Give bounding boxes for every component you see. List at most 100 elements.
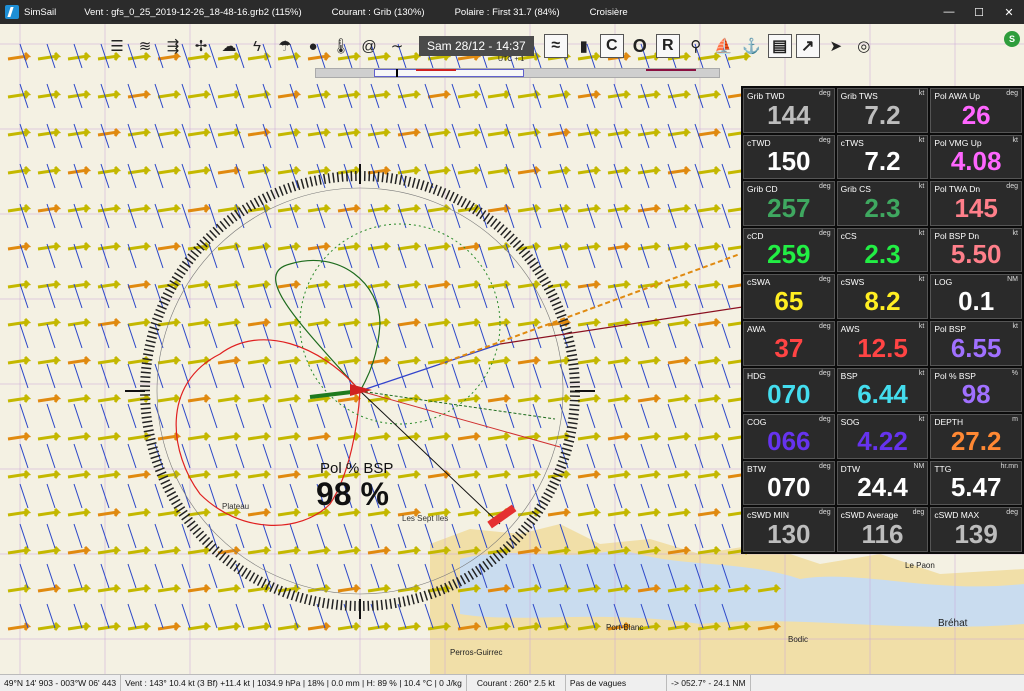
map-label-port-blanc: Port-Blanc — [606, 623, 643, 632]
instrument-cell[interactable]: DEPTH m 27.2 — [930, 414, 1022, 459]
humidity-icon[interactable]: ● — [301, 34, 325, 58]
chart-trend-icon[interactable]: ↗ — [795, 34, 820, 58]
instrument-value: 130 — [767, 518, 811, 549]
instrument-value: 5.47 — [950, 472, 1002, 503]
instrument-cell[interactable]: DTW NM 24.4 — [836, 460, 929, 506]
sailboat-icon[interactable]: ⛵ — [712, 34, 736, 58]
title-bar: SimSail Vent : gfs_0_25_2019-12-26_18-48… — [0, 0, 1024, 24]
instrument-unit: kt — [1012, 136, 1018, 144]
instrument-value: 6.44 — [857, 379, 908, 410]
instrument-value: 116 — [861, 518, 904, 549]
instrument-cell[interactable]: Pol BSP kt 6.55 — [930, 320, 1022, 366]
instrument-cell[interactable]: HDG deg 070 — [743, 367, 835, 413]
wind-file-info: Vent : gfs_0_25_2019-12-26_18-48-16.grb2… — [84, 6, 302, 18]
instrument-value: 65 — [774, 285, 804, 316]
cloud-sun-icon[interactable]: ☁ — [217, 34, 241, 58]
instrument-cell[interactable]: Pol VMG Up kt 4.08 — [930, 134, 1022, 180]
instrument-unit: deg — [818, 90, 831, 97]
minimize-button[interactable]: — — [934, 0, 964, 24]
instrument-cell[interactable]: Grib CS kt 2.3 — [836, 181, 929, 226]
turbine-icon[interactable]: ✢ — [189, 34, 213, 58]
layer-r-button[interactable]: R — [655, 34, 680, 58]
status-s-badge[interactable]: S — [1004, 31, 1020, 47]
current-info: Courant : Grib (130%) — [331, 6, 425, 18]
instrument-value: 26 — [961, 99, 991, 130]
instrument-unit: kt — [918, 369, 925, 377]
map-label-le-paon: Le Paon — [905, 561, 935, 570]
lifebuoy-icon[interactable]: ◎ — [852, 34, 876, 58]
instrument-cell[interactable]: Pol BSP Dn kt 5.50 — [930, 227, 1022, 273]
lightning-icon[interactable]: ϟ — [245, 34, 269, 58]
layer-c-button[interactable]: C — [599, 34, 624, 58]
instrument-unit: deg — [818, 229, 831, 237]
instrument-unit: kt — [918, 136, 925, 144]
waves-icon[interactable]: ≈ — [543, 34, 568, 58]
instrument-cell[interactable]: AWA deg 37 — [743, 320, 835, 366]
instrument-value: 37 — [774, 332, 804, 363]
instrument-value: 98 — [961, 379, 991, 410]
wind-icon[interactable]: ≋ — [133, 34, 157, 58]
instrument-cell[interactable]: cCD deg 259 — [743, 227, 835, 273]
instrument-cell[interactable]: cTWD deg 150 — [743, 134, 835, 180]
navigation-arrow-icon[interactable]: ➤ — [824, 34, 848, 58]
boat-icon[interactable] — [350, 384, 372, 396]
instrument-unit: deg — [912, 509, 925, 517]
pol-bsp-label: Pol % BSP — [320, 460, 394, 477]
status-current: Courant : 260° 2.5 kt — [467, 674, 566, 691]
instrument-unit: NM — [913, 462, 925, 470]
twa-vector — [359, 390, 556, 420]
instrument-cell[interactable]: Pol % BSP% 98 — [930, 367, 1022, 413]
date-time-display[interactable]: Sam 28/12 - 14:37 — [419, 36, 534, 56]
instrument-cell[interactable]: Pol AWA Up deg 26 — [930, 88, 1022, 133]
instrument-cell[interactable]: TTG hr.mn 5.47 — [930, 460, 1022, 506]
instrument-cell[interactable]: Grib TWS kt 7.2 — [836, 88, 929, 133]
wind-speed-icon[interactable]: ⇶ — [161, 34, 185, 58]
location-pin-icon[interactable]: ⚲ — [684, 34, 708, 58]
instrument-cell[interactable]: AWS kt 12.5 — [836, 320, 929, 366]
app-icon — [5, 5, 19, 19]
timeline-slider[interactable] — [315, 68, 720, 78]
battery-icon[interactable]: ▮ — [572, 34, 596, 58]
instrument-value: 12.5 — [857, 332, 908, 363]
sliders-icon[interactable]: ☰ — [105, 34, 129, 58]
instrument-cell[interactable]: cTWS kt 7.2 — [836, 134, 929, 180]
instrument-cell[interactable]: LOG NM 0.1 — [930, 274, 1022, 319]
instrument-cell[interactable]: SOG kt 4.22 — [836, 414, 929, 459]
status-waves: Pas de vagues — [566, 674, 668, 691]
instrument-value: 8.2 — [864, 285, 901, 316]
instrument-cell[interactable]: BSP kt 6.44 — [836, 367, 929, 413]
instrument-value: 259 — [767, 239, 811, 270]
anchor-icon[interactable]: ⚓ — [740, 34, 764, 58]
instrument-unit: kt — [1012, 229, 1018, 237]
instrument-cell[interactable]: BTW deg 070 — [743, 460, 835, 506]
instrument-cell[interactable]: cSWD MAX deg 139 — [930, 507, 1022, 552]
instrument-cell[interactable]: cSWA deg 65 — [743, 274, 835, 319]
instrument-cell[interactable]: Pol TWA Dn deg 145 — [930, 181, 1022, 226]
instrument-cell[interactable]: cSWD Average deg 116 — [836, 507, 929, 552]
thermometer-icon[interactable]: 🌡 — [329, 34, 353, 58]
instrument-cell[interactable]: COG deg 066 — [743, 414, 835, 459]
instrument-value: 7.2 — [864, 146, 901, 177]
instrument-cell[interactable]: Grib CD deg 257 — [743, 181, 835, 226]
close-button[interactable]: ✕ — [994, 0, 1024, 24]
maximize-button[interactable]: ☐ — [964, 0, 994, 24]
swirl-icon[interactable]: @ — [357, 34, 381, 58]
instrument-cell[interactable]: cSWS kt 8.2 — [836, 274, 929, 319]
instrument-value: 24.4 — [857, 472, 908, 503]
status-route: -> 052.7° - 24.1 NM — [667, 674, 751, 691]
wave-small-icon[interactable]: ∼ — [385, 34, 409, 58]
instrument-cell[interactable]: cCS kt 2.3 — [836, 227, 929, 273]
layer-o-button[interactable]: O — [628, 34, 652, 58]
instrument-cell[interactable]: Grib TWD deg 144 — [743, 88, 835, 133]
map-label-brehat: Bréhat — [938, 618, 968, 629]
instrument-unit: deg — [818, 276, 831, 284]
rain-icon[interactable]: ☂ — [273, 34, 297, 58]
instruments-icon[interactable]: ▤ — [767, 34, 792, 58]
polar-upwind-curve — [275, 259, 381, 392]
instrument-unit: kt — [918, 90, 925, 97]
status-position: 49°N 14' 903 - 003°W 06' 443 — [0, 674, 122, 691]
instrument-unit: deg — [1006, 183, 1018, 191]
instrument-unit: m — [1012, 416, 1018, 424]
simsail-window: SimSail Vent : gfs_0_25_2019-12-26_18-48… — [0, 0, 1024, 691]
instrument-cell[interactable]: cSWD MIN deg 130 — [743, 507, 835, 552]
